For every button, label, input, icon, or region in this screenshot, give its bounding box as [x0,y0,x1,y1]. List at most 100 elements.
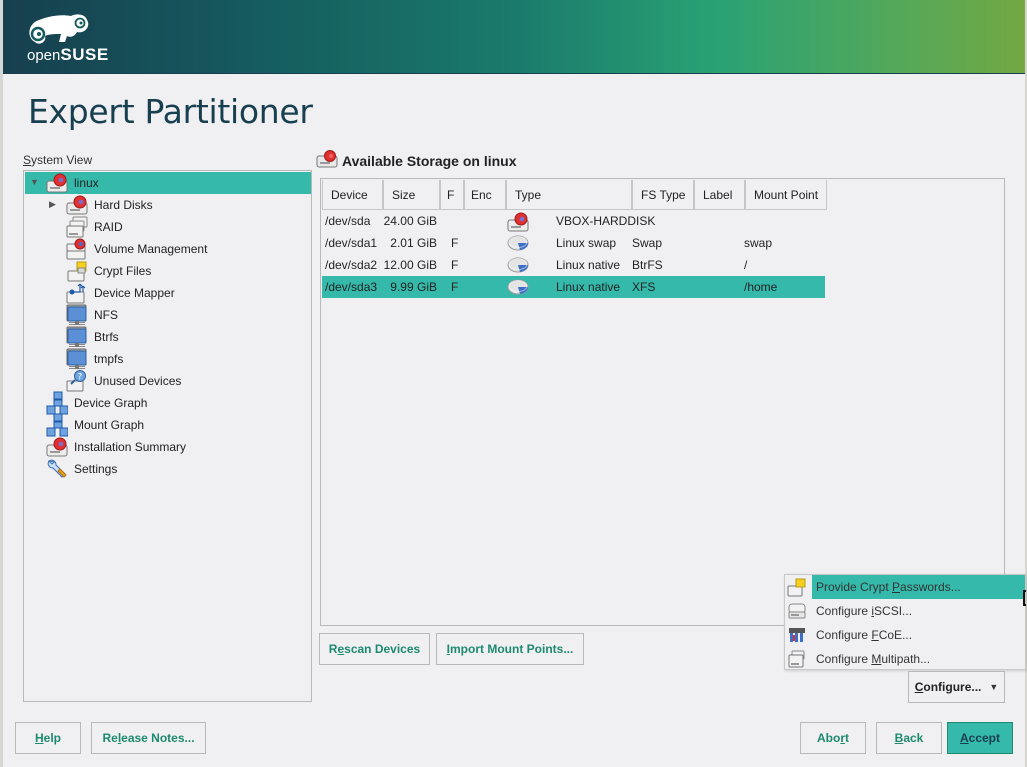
tree-item-tmpfs[interactable]: tmpfs [66,348,123,370]
tree-item-linux[interactable]: ▼ linux [25,172,311,194]
expand-arrow-right-icon[interactable]: ▶ [49,199,56,210]
menu-item-label: Provide Crypt Passwords... [812,575,1025,599]
tree-item-device-graph[interactable]: Device Graph [46,391,148,415]
column-header-fs-type[interactable]: FS Type [632,180,694,210]
cell-f: F [451,280,459,294]
tree-item-label: Device Graph [74,396,148,410]
system-view-label: System View [23,153,93,167]
configure-menu: Provide Crypt Passwords... Configure iSCS… [784,574,1026,670]
rescan-devices-button[interactable]: Re scan Devices [319,633,430,665]
cell-type: Linux swap [556,236,617,250]
release-notes-button[interactable]: Re l ease Notes... [91,722,206,754]
partition-icon [507,278,529,299]
svg-text:?: ? [78,373,83,383]
hard-disk-icon [46,437,68,457]
configure-dropdown-button[interactable]: Configure... ▼ [908,671,1005,703]
tree-item-label: Unused Devices [94,374,182,388]
tree-item-installation-summary[interactable]: Installation Summary [46,436,186,458]
window-left-edge [0,0,3,767]
column-header-device[interactable]: Device [322,180,383,210]
cell-device: /dev/sda2 [325,258,378,272]
network-folder-icon [66,326,88,347]
accept-button[interactable]: Accept [947,722,1013,754]
graph-icon [46,413,68,437]
chameleon-icon [29,14,89,44]
menu-item-configure-iscsi[interactable]: Configure iSCSI... [785,599,1025,623]
partition-icon [507,256,529,277]
tree-item-label: RAID [94,220,123,234]
unused-devices-icon: ? [66,370,88,392]
system-view-tree[interactable]: ▼ linux ▶ Hard Disks RAID Volume Management Cr… [23,170,312,702]
multipath-icon [787,649,807,669]
table-row[interactable]: /dev/sda1 2.01 GiB F Linux swap Swap swap [322,232,825,254]
column-header-mount-point[interactable]: Mount Point [745,180,827,210]
raid-icon [66,216,88,238]
tree-item-label: linux [74,176,99,190]
tree-item-raid[interactable]: RAID [66,216,123,238]
cell-size: 12.00 GiB [383,258,437,272]
menu-item-configure-multipath[interactable]: Configure Multipath... [785,647,1025,671]
tree-item-label: NFS [94,308,118,322]
tree-item-hard-disks[interactable]: Hard Disks [66,194,153,216]
storage-title: Available Storage on linux [316,150,517,171]
back-button[interactable]: Back [876,722,942,754]
cell-fs-type: Swap [632,236,663,250]
volume-management-icon [66,238,88,260]
tree-item-label: Device Mapper [94,286,175,300]
menu-item-provide-crypt-passwords[interactable]: Provide Crypt Passwords... [785,575,1025,599]
tree-item-unused-devices[interactable]: ? Unused Devices [66,370,181,392]
tree-item-mount-graph[interactable]: Mount Graph [46,413,144,437]
cell-device: /dev/sda1 [325,236,378,250]
expand-arrow-down-icon[interactable]: ▼ [30,177,39,187]
cell-f: F [451,236,459,250]
tree-item-label: Settings [74,462,118,476]
tree-item-label: Btrfs [94,330,119,344]
tree-item-device-mapper[interactable]: Device Mapper [66,282,175,304]
column-header-label[interactable]: Label [694,180,745,210]
table-row[interactable]: /dev/sda3 9.99 GiB F Linux native XFS/home [322,276,825,298]
column-header-f[interactable]: F [440,180,464,210]
hard-disk-icon [316,150,338,171]
menu-item-label: Configure iSCSI... [816,604,913,618]
storage-table[interactable]: Device Size F Enc Type FS Type Label Mou… [320,178,1005,626]
opensuse-logo: openSUSE [25,12,115,64]
table-row[interactable]: /dev/sda2 12.00 GiB F Linux native BtrFS / [322,254,825,276]
hard-disk-icon [66,195,88,215]
graph-icon [46,391,68,415]
tree-item-label: Crypt Files [94,264,152,278]
network-folder-icon [66,348,88,369]
table-row[interactable]: /dev/sda 24.00 GiB VBOX-HARDDISK [322,210,825,232]
text-cursor [1023,590,1026,606]
cell-fs-type: XFS [632,280,656,294]
crypt-passwords-icon [787,577,807,597]
table-header: Device Size F Enc Type FS Type Label Mou… [322,180,827,210]
column-header-size[interactable]: Size [383,180,440,210]
tree-item-btrfs[interactable]: Btrfs [66,326,119,348]
tree-item-crypt-files[interactable]: Crypt Files [66,260,151,282]
column-header-type[interactable]: Type [506,180,632,210]
cell-mount-point: /home [744,280,778,294]
cell-f: F [451,258,459,272]
cell-type: Linux native [556,258,621,272]
iscsi-icon [787,601,807,621]
tree-item-volume-management[interactable]: Volume Management [66,238,207,260]
header-banner: openSUSE [3,0,1025,74]
cell-type: VBOX-HARDDISK [556,214,656,228]
tree-item-settings[interactable]: Settings [46,458,117,480]
menu-item-configure-fcoe[interactable]: Configure FCoE... [785,623,1025,647]
page-title: Expert Partitioner [28,92,313,131]
column-header-enc[interactable]: Enc [464,180,506,210]
tree-item-nfs[interactable]: NFS [66,304,118,326]
cell-size: 9.99 GiB [390,280,437,294]
cell-fs-type: BtrFS [632,258,663,272]
device-mapper-icon [66,283,88,304]
settings-wrench-icon [46,459,68,479]
abort-button[interactable]: Abo r t [800,722,866,754]
cell-size: 24.00 GiB [383,214,437,228]
import-mount-points-button[interactable]: Import Mount Points... [436,633,584,665]
help-button[interactable]: Help [15,722,81,754]
hard-disk-icon [46,173,68,193]
menu-item-label: Configure Multipath... [816,652,931,666]
partition-icon [507,234,529,255]
crypt-files-icon [66,261,88,282]
